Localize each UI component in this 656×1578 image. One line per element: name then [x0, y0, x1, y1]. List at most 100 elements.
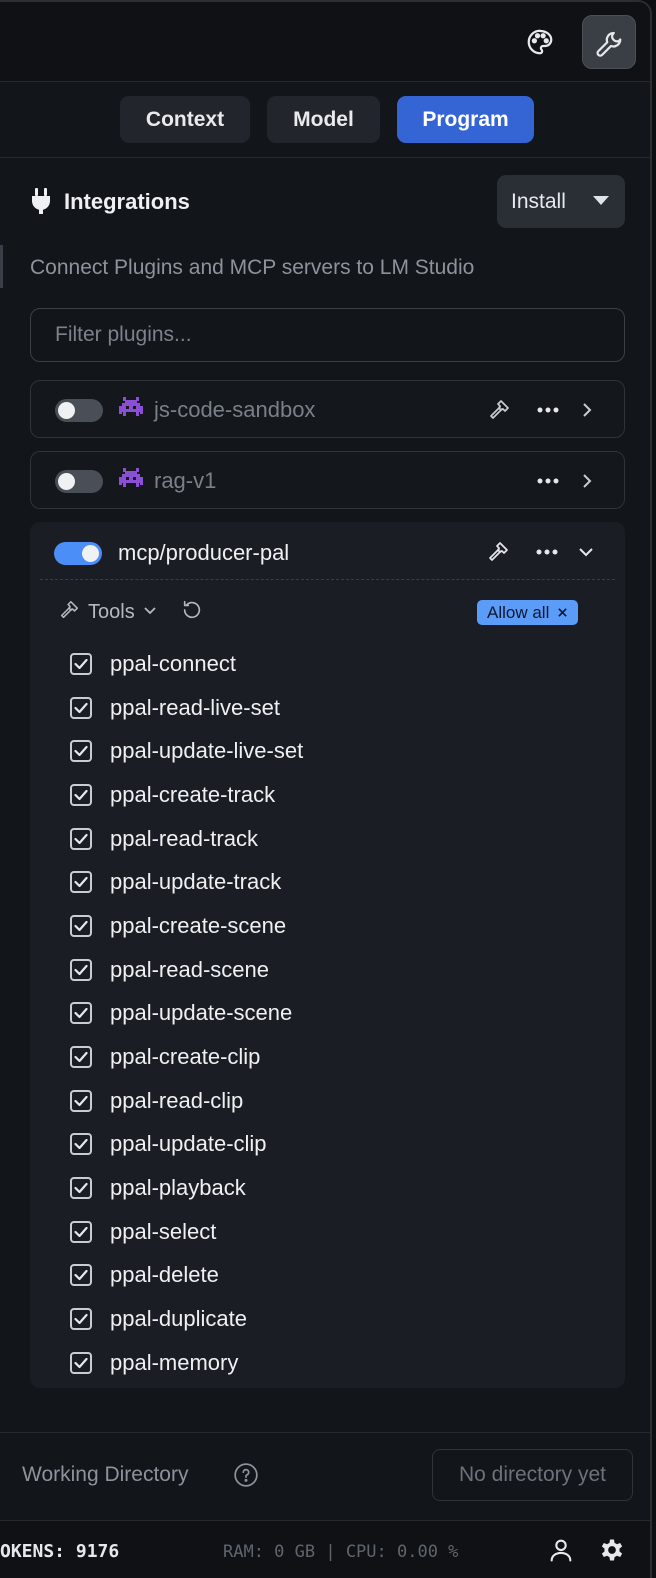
wrench-icon[interactable]: [582, 15, 636, 69]
tab-context[interactable]: Context: [120, 96, 250, 143]
tool-name: ppal-create-scene: [110, 912, 287, 938]
chevron-down-icon[interactable]: [569, 535, 603, 569]
tab-model[interactable]: Model: [267, 96, 380, 143]
tool-item[interactable]: ppal-duplicate: [70, 1297, 303, 1341]
tool-item[interactable]: ppal-create-track: [70, 773, 303, 817]
checkbox[interactable]: [70, 1264, 92, 1287]
checkbox[interactable]: [70, 914, 92, 937]
tool-name: ppal-delete: [110, 1262, 219, 1288]
status-bar: OKENS: 9176 RAM: 0 GB | CPU: 0.00 %: [0, 1520, 650, 1578]
tool-item[interactable]: ppal-create-clip: [70, 1035, 303, 1079]
tool-item[interactable]: ppal-read-scene: [70, 948, 303, 992]
caret-down-icon: [593, 196, 609, 205]
tool-name: ppal-playback: [110, 1175, 246, 1201]
more-icon[interactable]: [531, 393, 565, 427]
checkbox[interactable]: [70, 696, 92, 719]
checkbox[interactable]: [70, 783, 92, 806]
tool-item[interactable]: ppal-read-live-set: [70, 686, 303, 730]
user-icon[interactable]: [547, 1536, 575, 1569]
tool-name: ppal-read-scene: [110, 956, 269, 982]
tool-name: ppal-select: [110, 1218, 217, 1244]
hammer-icon[interactable]: [482, 393, 516, 427]
tool-item[interactable]: ppal-update-clip: [70, 1123, 303, 1167]
resize-handle[interactable]: [0, 245, 3, 288]
tool-name: ppal-update-live-set: [110, 738, 304, 764]
tool-name: ppal-connect: [110, 650, 236, 676]
tools-dropdown[interactable]: Tools: [58, 598, 203, 626]
checkbox[interactable]: [70, 827, 92, 850]
help-icon[interactable]: [233, 1462, 259, 1493]
chevron-down-icon: [143, 603, 157, 621]
token-count: OKENS: 9176: [0, 1541, 120, 1562]
tool-item[interactable]: ppal-update-scene: [70, 992, 303, 1036]
tool-item[interactable]: ppal-read-clip: [70, 1079, 303, 1123]
alien-icon: [119, 397, 143, 424]
more-icon[interactable]: [531, 464, 565, 498]
plugin-name: rag-v1: [154, 468, 217, 493]
plugin-toggle[interactable]: [54, 542, 102, 565]
checkbox[interactable]: [70, 1351, 92, 1374]
reset-icon[interactable]: [181, 599, 203, 626]
hammer-icon[interactable]: [481, 535, 515, 569]
more-icon[interactable]: [530, 535, 564, 569]
tool-name: ppal-create-track: [110, 781, 276, 807]
chevron-right-icon[interactable]: [570, 393, 604, 427]
tool-item[interactable]: ppal-playback: [70, 1166, 303, 1210]
gear-icon[interactable]: [598, 1536, 626, 1569]
plugin-card-mcp-producer-pal: mcp/producer-pal Tools Allow all ppal-co…: [30, 522, 625, 1388]
chevron-right-icon[interactable]: [570, 464, 604, 498]
plugin-name: mcp/producer-pal: [118, 540, 290, 565]
mode-tabs: Context Model Program: [0, 82, 650, 158]
tool-item[interactable]: ppal-read-track: [70, 817, 303, 861]
checkbox[interactable]: [70, 871, 92, 894]
tool-name: ppal-update-track: [110, 869, 282, 895]
install-label: Install: [511, 189, 566, 213]
tool-item[interactable]: ppal-select: [70, 1210, 303, 1254]
tool-name: ppal-duplicate: [110, 1306, 247, 1332]
system-usage: RAM: 0 GB | CPU: 0.00 %: [223, 1542, 459, 1562]
plugin-toggle[interactable]: [55, 470, 103, 493]
filter-plugins-input[interactable]: [30, 308, 625, 362]
working-directory-label: Working Directory: [22, 1463, 189, 1486]
tool-item[interactable]: ppal-connect: [70, 642, 303, 686]
sidebar-panel: Context Model Program Integrations Insta…: [0, 0, 652, 1578]
top-bar: [0, 2, 650, 82]
tab-program[interactable]: Program: [397, 96, 534, 143]
tool-item[interactable]: ppal-create-scene: [70, 904, 303, 948]
checkbox[interactable]: [70, 1220, 92, 1243]
tool-name: ppal-update-clip: [110, 1131, 267, 1157]
tool-name: ppal-create-clip: [110, 1044, 261, 1070]
checkbox[interactable]: [70, 1133, 92, 1156]
checkbox[interactable]: [70, 1046, 92, 1069]
checkbox[interactable]: [70, 958, 92, 981]
tool-item[interactable]: ppal-delete: [70, 1254, 303, 1298]
allow-all-badge[interactable]: Allow all: [477, 600, 579, 625]
tool-name: ppal-read-live-set: [110, 694, 280, 720]
tool-name: ppal-read-clip: [110, 1087, 244, 1113]
tool-item[interactable]: ppal-update-track: [70, 860, 303, 904]
tool-name: ppal-memory: [110, 1349, 239, 1375]
checkbox[interactable]: [70, 1177, 92, 1200]
allow-all-label: Allow all: [487, 602, 550, 622]
divider: [0, 1432, 650, 1433]
tool-list: ppal-connect ppal-read-live-set ppal-updat…: [70, 642, 303, 1385]
close-icon[interactable]: [557, 603, 568, 623]
tool-item[interactable]: ppal-update-live-set: [70, 729, 303, 773]
integrations-subtitle: Connect Plugins and MCP servers to LM St…: [30, 256, 475, 279]
checkbox[interactable]: [70, 1089, 92, 1112]
integrations-title: Integrations: [64, 189, 190, 214]
install-dropdown[interactable]: Install: [497, 175, 625, 228]
palette-icon[interactable]: [513, 15, 567, 69]
tool-name: ppal-update-scene: [110, 1000, 293, 1026]
tool-item[interactable]: ppal-memory: [70, 1341, 303, 1385]
plugin-toggle[interactable]: [55, 399, 103, 422]
checkbox[interactable]: [70, 740, 92, 763]
alien-icon: [119, 468, 143, 495]
checkbox[interactable]: [70, 1308, 92, 1331]
plugin-card-js-code-sandbox[interactable]: js-code-sandbox: [30, 380, 625, 438]
checkbox[interactable]: [70, 1002, 92, 1025]
plugin-card-rag-v1[interactable]: rag-v1: [30, 451, 625, 509]
tools-label: Tools: [88, 600, 135, 623]
checkbox[interactable]: [70, 652, 92, 675]
working-directory-value[interactable]: No directory yet: [432, 1449, 633, 1501]
